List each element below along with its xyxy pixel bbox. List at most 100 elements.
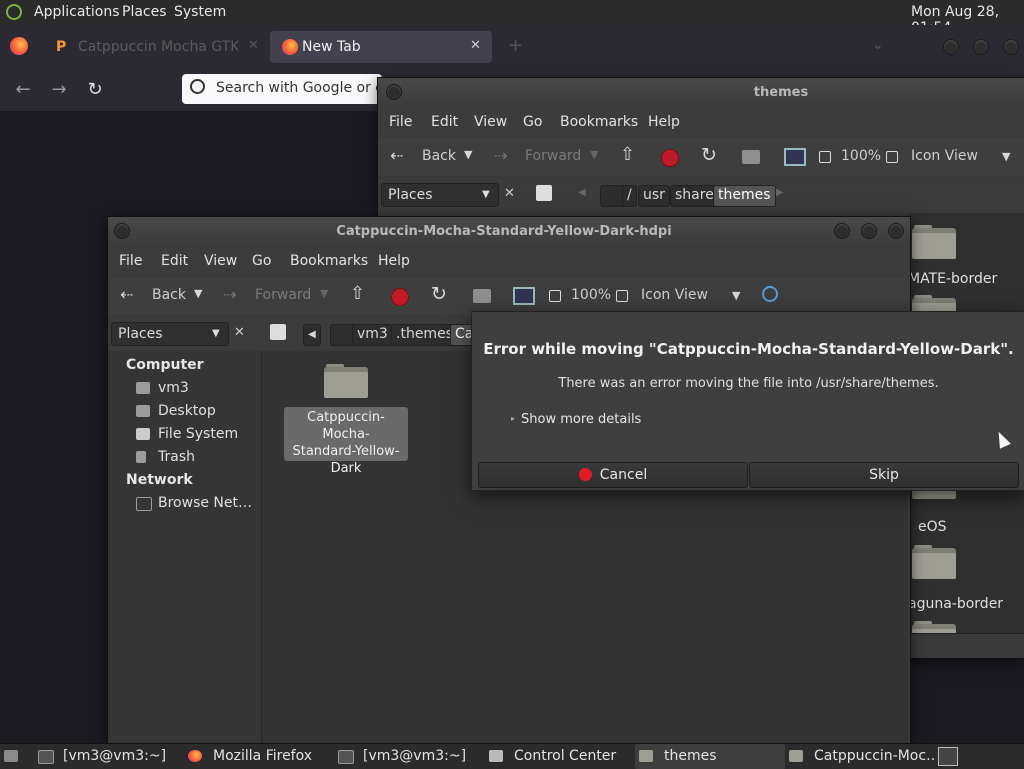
search-icon[interactable] (762, 286, 778, 302)
zoom-in-icon[interactable] (616, 290, 628, 302)
menu-go[interactable]: Go (523, 114, 542, 130)
zoom-in-icon[interactable] (886, 151, 898, 163)
browser-tab-newtab[interactable]: New Tab ✕ (270, 31, 492, 63)
taskbar-item-catppuccin[interactable]: Catppuccin-Moc… (785, 744, 935, 769)
menu-bookmarks[interactable]: Bookmarks (290, 253, 368, 269)
menu-view[interactable]: View (474, 114, 507, 130)
forward-button[interactable]: Forward (255, 287, 311, 303)
back-dropdown-icon[interactable]: ▼ (194, 287, 202, 300)
stop-icon[interactable] (661, 149, 679, 167)
back-arrow-icon[interactable]: ← (10, 77, 36, 103)
sidebar-item-vm3[interactable]: vm3 (158, 380, 189, 396)
location-edit-icon[interactable] (270, 324, 286, 340)
menu-help[interactable]: Help (378, 253, 410, 269)
stop-icon[interactable] (391, 288, 409, 306)
selected-file-label[interactable]: Catppuccin-Mocha- Standard-Yellow- Dark (284, 407, 408, 476)
zoom-level[interactable]: 100% (841, 148, 881, 164)
window-menu-icon[interactable] (386, 84, 402, 100)
applications-menu[interactable]: Applications (34, 4, 120, 20)
places-combo[interactable]: Places ▼ (111, 322, 229, 346)
up-icon[interactable]: ⇧ (350, 283, 365, 304)
computer-icon[interactable] (513, 287, 535, 305)
themes-titlebar[interactable]: themes (378, 78, 1024, 106)
back-dropdown-icon[interactable]: ▼ (464, 148, 472, 161)
sidebar-item-browse-network[interactable]: Browse Net… (158, 495, 252, 511)
browser-tab-catppuccin[interactable]: P Catppuccin Mocha GTK The ✕ (44, 31, 266, 63)
path-segment[interactable]: / (622, 185, 637, 207)
reload-icon[interactable]: ↻ (701, 144, 717, 166)
path-segment[interactable]: share (670, 185, 719, 207)
zoom-out-icon[interactable] (819, 151, 831, 163)
menu-file[interactable]: File (389, 114, 412, 130)
maximize-icon[interactable] (861, 223, 877, 239)
path-segment-current[interactable]: themes (713, 185, 776, 207)
path-segment[interactable]: vm3 (352, 324, 393, 346)
folder-icon[interactable] (324, 364, 368, 398)
menu-view[interactable]: View (204, 253, 237, 269)
home-icon[interactable] (473, 289, 491, 303)
menu-help[interactable]: Help (648, 114, 680, 130)
folder-icon[interactable] (912, 225, 956, 259)
menu-go[interactable]: Go (252, 253, 271, 269)
taskbar-item-terminal[interactable]: [vm3@vm3:~] (34, 744, 184, 769)
forward-button[interactable]: Forward (525, 148, 581, 164)
path-right-icon[interactable]: ▶ (776, 187, 784, 198)
home-icon[interactable] (742, 150, 760, 164)
maximize-icon[interactable] (973, 39, 989, 55)
taskbar-item-themes[interactable]: themes (635, 744, 785, 769)
taskbar-item-control-center[interactable]: Control Center (485, 744, 635, 769)
taskbar-item-terminal[interactable]: [vm3@vm3:~] (334, 744, 484, 769)
url-search-bar[interactable]: Search with Google or ent (182, 74, 398, 104)
system-menu[interactable]: System (174, 4, 226, 20)
back-icon[interactable]: ⇠ (390, 146, 403, 165)
zoom-out-icon[interactable] (549, 290, 561, 302)
view-mode-label[interactable]: Icon View (641, 287, 708, 303)
minimize-icon[interactable] (834, 223, 850, 239)
forward-dropdown-icon[interactable]: ▼ (320, 287, 328, 300)
sidebar-item-trash[interactable]: Trash (158, 449, 195, 465)
forward-arrow-icon[interactable]: → (46, 77, 72, 103)
forward-icon[interactable]: ⇢ (223, 285, 236, 304)
view-mode-label[interactable]: Icon View (911, 148, 978, 164)
close-icon[interactable] (888, 223, 904, 239)
path-segment[interactable]: .themes (391, 324, 458, 346)
back-button[interactable]: Back (422, 148, 456, 164)
mate-logo-icon[interactable] (6, 4, 22, 20)
reload-icon[interactable]: ↻ (82, 77, 108, 103)
workspace-switcher-icon[interactable] (938, 747, 958, 766)
sidebar-item-filesystem[interactable]: File System (158, 426, 238, 442)
folder-label[interactable]: MATE-border (908, 271, 997, 287)
menu-bookmarks[interactable]: Bookmarks (560, 114, 638, 130)
places-combo[interactable]: Places ▼ (381, 183, 499, 207)
expander-arrow-icon[interactable]: ▸ (511, 414, 515, 423)
catppuccin-titlebar[interactable]: Catppuccin-Mocha-Standard-Yellow-Dark-hd… (108, 217, 910, 245)
path-segment[interactable]: usr (638, 185, 670, 207)
menu-edit[interactable]: Edit (161, 253, 188, 269)
new-tab-icon[interactable]: + (508, 35, 523, 56)
close-sidebar-icon[interactable]: ✕ (234, 325, 245, 340)
view-dropdown-icon[interactable]: ▼ (732, 289, 740, 302)
taskbar-item-firefox[interactable]: Mozilla Firefox (184, 744, 334, 769)
forward-icon[interactable]: ⇢ (494, 146, 507, 165)
cancel-button[interactable]: Cancel (478, 462, 748, 488)
tab-close-icon[interactable]: ✕ (248, 38, 259, 53)
zoom-level[interactable]: 100% (571, 287, 611, 303)
tab-close-icon[interactable]: ✕ (470, 38, 481, 53)
places-menu[interactable]: Places (122, 4, 167, 20)
back-button[interactable]: Back (152, 287, 186, 303)
menu-edit[interactable]: Edit (431, 114, 458, 130)
folder-label[interactable]: aguna-border (908, 596, 1003, 612)
computer-icon[interactable] (784, 148, 806, 166)
location-edit-icon[interactable] (536, 185, 552, 201)
back-icon[interactable]: ⇠ (120, 285, 133, 304)
firefox-menu-icon[interactable] (10, 37, 28, 55)
forward-dropdown-icon[interactable]: ▼ (590, 148, 598, 161)
skip-button[interactable]: Skip (749, 462, 1019, 488)
menu-file[interactable]: File (119, 253, 142, 269)
show-details-expander[interactable]: Show more details (521, 412, 641, 427)
folder-label[interactable]: eOS (918, 519, 947, 535)
sidebar-item-desktop[interactable]: Desktop (158, 403, 216, 419)
show-desktop-icon[interactable] (4, 750, 18, 762)
minimize-icon[interactable] (943, 39, 959, 55)
path-left-icon[interactable]: ◀ (303, 324, 321, 346)
